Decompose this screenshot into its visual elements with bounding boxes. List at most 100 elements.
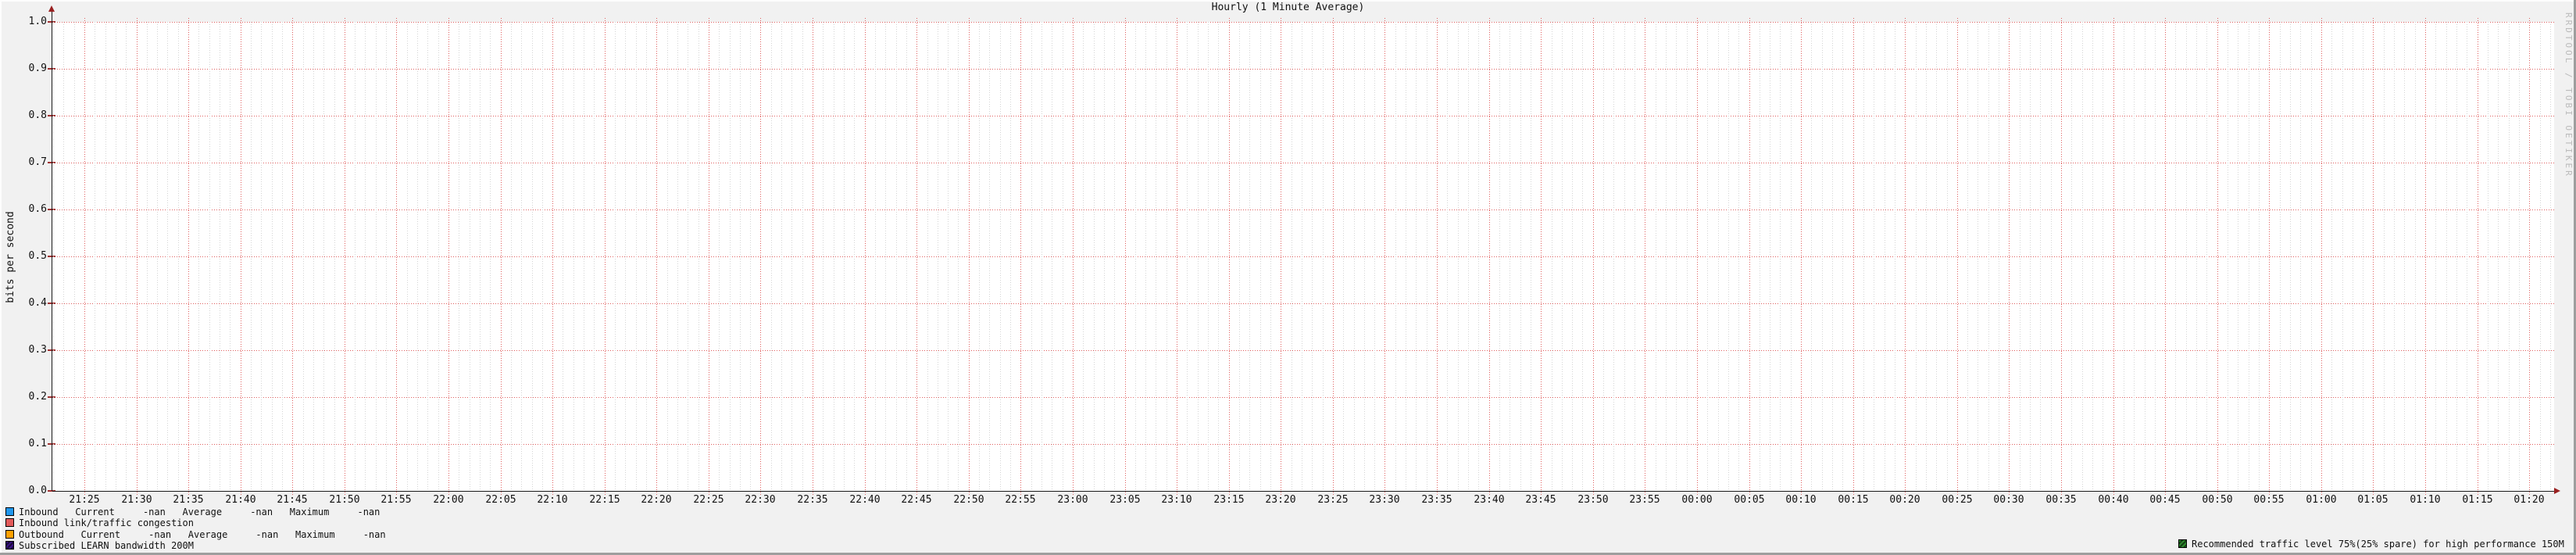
grid-vline-minor xyxy=(386,22,387,491)
grid-vline-minor xyxy=(1343,22,1344,491)
grid-vline-major xyxy=(396,18,397,495)
grid-vline-major xyxy=(1020,18,1021,495)
grid-vline-minor xyxy=(771,22,772,491)
grid-vline-minor xyxy=(2519,22,2520,491)
grid-vline-minor xyxy=(303,22,304,491)
grid-vline-minor xyxy=(1260,22,1261,491)
x-tick-label: 22:10 xyxy=(537,494,568,506)
y-tick-label: 0.0 xyxy=(28,485,47,496)
grid-vline-minor xyxy=(854,22,855,491)
grid-vline-minor xyxy=(1780,22,1781,491)
grid-vline-major xyxy=(916,18,917,495)
grid-vline-minor xyxy=(147,22,148,491)
x-tick-label: 22:55 xyxy=(1005,494,1036,506)
grid-vline-minor xyxy=(625,22,626,491)
grid-vline-minor xyxy=(438,22,439,491)
grid-vline-major xyxy=(865,18,866,495)
grid-vline-minor xyxy=(2071,22,2072,491)
grid-vline-minor xyxy=(1041,22,1042,491)
grid-vline-minor xyxy=(615,22,616,491)
y-tick-label: 0.4 xyxy=(28,297,47,309)
x-tick-label: 23:20 xyxy=(1265,494,1296,506)
grid-vline-minor xyxy=(532,22,533,491)
grid-vline-minor xyxy=(1728,22,1729,491)
legend-row-label: Outbound Current -nan Average -nan Maxim… xyxy=(19,528,386,540)
grid-vline-minor xyxy=(1145,22,1146,491)
grid-vline-major xyxy=(1749,18,1750,495)
grid-vline-major xyxy=(1905,18,1906,495)
grid-vline-minor xyxy=(1863,22,1864,491)
grid-vline-minor xyxy=(2384,22,2385,491)
grid-vline-minor xyxy=(844,22,845,491)
grid-vline-minor xyxy=(198,22,199,491)
grid-vline-minor xyxy=(1916,22,1917,491)
y-tick-label: 1.0 xyxy=(28,16,47,27)
grid-vline-minor xyxy=(719,22,720,491)
grid-vline-minor xyxy=(2206,22,2207,491)
grid-vline-minor xyxy=(2300,22,2301,491)
x-tick-label: 23:50 xyxy=(1577,494,1609,506)
grid-vline-minor xyxy=(1603,22,1604,491)
grid-vline-minor xyxy=(2498,22,2499,491)
grid-vline-major xyxy=(656,18,657,495)
grid-vline-minor xyxy=(1374,22,1375,491)
grid-vline-minor xyxy=(126,22,127,491)
x-tick-label: 00:25 xyxy=(1942,494,1973,506)
grid-vline-major xyxy=(1853,18,1854,495)
grid-vline-minor xyxy=(2040,22,2041,491)
legend-swatch-icon xyxy=(5,507,14,516)
grid-vline-minor xyxy=(521,22,522,491)
grid-vline-minor xyxy=(313,22,314,491)
grid-vline-minor xyxy=(1624,22,1625,491)
grid-vline-minor xyxy=(906,22,907,491)
grid-vline-minor xyxy=(272,22,273,491)
grid-vline-minor xyxy=(885,22,886,491)
x-tick-label: 21:40 xyxy=(225,494,256,506)
grid-vline-major xyxy=(2373,18,2374,495)
grid-vline-minor xyxy=(376,22,377,491)
grid-vline-minor xyxy=(1239,22,1240,491)
rrdtool-traffic-graph: 1.0 0.9 0.8 0.7 0.6 0.5 0.4 0.3 0.2 0.1 0.0 21:25 21… xyxy=(0,0,2576,555)
x-tick-label: 21:45 xyxy=(277,494,308,506)
x-tick-label: 23:35 xyxy=(1421,494,1452,506)
grid-vline-major xyxy=(2165,18,2166,495)
grid-vline-minor xyxy=(105,22,106,491)
grid-vline-major xyxy=(1541,18,1542,495)
x-tick-label: 00:05 xyxy=(1734,494,1765,506)
grid-vline-minor xyxy=(667,22,668,491)
grid-vline-minor xyxy=(261,22,262,491)
grid-vline-minor xyxy=(1842,22,1843,491)
grid-vline-minor xyxy=(1312,22,1313,491)
x-tick-label: 23:05 xyxy=(1109,494,1141,506)
x-tick-label: 23:10 xyxy=(1161,494,1192,506)
grid-vline-major xyxy=(552,18,553,495)
grid-vline-minor xyxy=(365,22,366,491)
y-tick-label: 0.5 xyxy=(28,250,47,262)
grid-vline-minor xyxy=(2030,22,2031,491)
x-tick-label: 22:45 xyxy=(901,494,932,506)
x-tick-label: 21:35 xyxy=(173,494,204,506)
grid-vline-minor xyxy=(1218,22,1219,491)
x-tick-label: 22:05 xyxy=(485,494,516,506)
bevel-edge-left xyxy=(0,0,2,555)
grid-vline-minor xyxy=(1135,22,1136,491)
grid-vline-minor xyxy=(480,22,481,491)
grid-vline-minor xyxy=(1270,22,1271,491)
grid-vline-minor xyxy=(1499,22,1500,491)
grid-vline-major xyxy=(2009,18,2010,495)
grid-vline-minor xyxy=(2435,22,2436,491)
grid-vline-major xyxy=(2321,18,2322,495)
grid-vline-major xyxy=(605,18,606,495)
grid-vline-minor xyxy=(2082,22,2083,491)
x-tick-label: 22:30 xyxy=(745,494,776,506)
x-tick-label: 22:50 xyxy=(953,494,984,506)
x-tick-label: 01:05 xyxy=(2357,494,2388,506)
grid-vline-major xyxy=(1333,18,1334,495)
grid-vline-minor xyxy=(2175,22,2176,491)
grid-vline-minor xyxy=(490,22,491,491)
grid-vline-minor xyxy=(2134,22,2135,491)
y-tick-label: 0.3 xyxy=(28,344,47,356)
grid-vline-minor xyxy=(1738,22,1739,491)
recommended-traffic-swatch-icon xyxy=(2178,539,2187,548)
x-tick-label: 00:50 xyxy=(2202,494,2233,506)
